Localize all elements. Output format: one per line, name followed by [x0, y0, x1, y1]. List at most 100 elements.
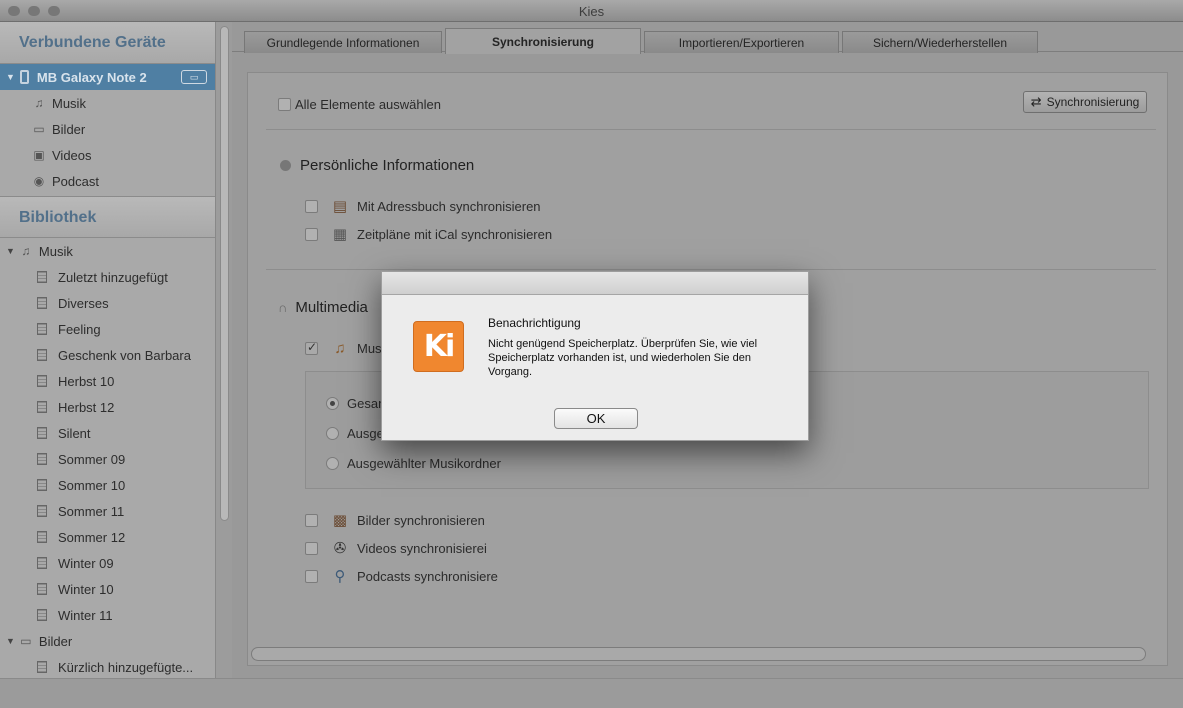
sidebar-item-label: Geschenk von Barbara [58, 347, 191, 363]
addressbook-sync-row[interactable]: ▤ Mit Adressbuch synchronisieren [305, 197, 541, 215]
headphones-icon: ∩ [278, 300, 288, 315]
tab-backup-restore[interactable]: Sichern/Wiederherstellen [842, 31, 1038, 53]
sidebar-item-label: Herbst 12 [58, 399, 115, 415]
videos-sync-label: Videos synchronisierei [357, 540, 487, 556]
sidebar-item-label: Winter 09 [58, 555, 114, 571]
sidebar-item-device-videos[interactable]: ▣ Videos [0, 142, 215, 168]
videos-sync-row[interactable]: ✇ Videos synchronisierei [305, 539, 487, 557]
sidebar-item-playlist[interactable]: Sommer 10 [0, 472, 215, 498]
pictures-sync-label: Bilder synchronisieren [357, 512, 485, 528]
sidebar-item-playlist[interactable]: Herbst 12 [0, 394, 215, 420]
playlist-icon [37, 453, 47, 465]
window-title: Kies [578, 4, 605, 19]
select-all-row[interactable]: Alle Elemente auswählen [278, 97, 441, 112]
sidebar-item-playlist[interactable]: Zuletzt hinzugefügt [0, 264, 215, 290]
radio-all-music[interactable] [326, 397, 339, 410]
sidebar-item-device-podcast[interactable]: ◉ Podcast [0, 168, 215, 194]
sidebar-item-label: Sommer 12 [58, 529, 126, 545]
playlist-icon [37, 349, 47, 361]
ical-sync-row[interactable]: ▦ Zeitpläne mit iCal synchronisieren [305, 225, 552, 243]
playlist-icon [37, 531, 47, 543]
horizontal-scrollbar[interactable] [251, 647, 1146, 661]
sidebar-item-label: Sommer 11 [58, 503, 125, 519]
sidebar-item-playlist[interactable]: Diverses [0, 290, 215, 316]
podcasts-sync-checkbox[interactable] [305, 569, 318, 583]
device-status-badge-icon[interactable]: ▭ [181, 70, 207, 84]
sidebar-item-playlist[interactable]: Winter 10 [0, 576, 215, 602]
disclosure-triangle-icon[interactable]: ▼ [6, 246, 15, 256]
radio-music-folder-row[interactable]: Ausgewählter Musikordner [326, 456, 501, 471]
sidebar-item-playlist[interactable]: Sommer 12 [0, 524, 215, 550]
podcast-icon: ⚲ [334, 568, 346, 585]
sidebar-device-galaxy-note[interactable]: ▼ MB Galaxy Note 2 ▭ [0, 64, 215, 90]
sidebar-item-playlist[interactable]: Herbst 10 [0, 368, 215, 394]
playlist-icon [37, 505, 47, 517]
podcast-icon: ◉ [33, 174, 45, 188]
sidebar-item-recent-pictures[interactable]: Kürzlich hinzugefügte... [0, 654, 215, 680]
sidebar-item-label: Winter 10 [58, 581, 114, 597]
addressbook-sync-checkbox[interactable] [305, 199, 318, 213]
sidebar-scrollbar[interactable] [215, 22, 232, 708]
sync-arrows-icon: ⇄ [1030, 94, 1042, 109]
podcasts-sync-label: Podcasts synchronisiere [357, 568, 498, 584]
sidebar-item-label: Videos [52, 147, 92, 163]
sidebar-item-label: Herbst 10 [58, 373, 115, 389]
pictures-sync-checkbox[interactable] [305, 513, 318, 527]
sidebar-item-library-pictures[interactable]: ▼ ▭ Bilder [0, 628, 215, 654]
dialog-titlebar [382, 272, 808, 295]
sidebar-item-label: Bilder [52, 121, 86, 137]
sidebar-item-playlist[interactable]: Sommer 09 [0, 446, 215, 472]
scrollbar-thumb[interactable] [220, 26, 229, 521]
phone-icon [19, 70, 29, 84]
sidebar-item-playlist[interactable]: Sommer 11 [0, 498, 215, 524]
disclosure-triangle-icon[interactable]: ▼ [6, 636, 15, 646]
sidebar-item-label: Sommer 09 [58, 451, 126, 467]
picture-icon: ▭ [33, 122, 45, 136]
sidebar-item-device-music[interactable]: ♫ Musik [0, 90, 215, 116]
podcasts-sync-row[interactable]: ⚲ Podcasts synchronisiere [305, 567, 498, 585]
music-sync-checkbox[interactable] [305, 340, 318, 355]
radio-all-music-row[interactable]: Gesam [326, 396, 389, 411]
section-title-text: Persönliche Informationen [300, 157, 475, 174]
videos-sync-checkbox[interactable] [305, 541, 318, 555]
radio-music-folder[interactable] [326, 457, 339, 470]
music-note-icon: ♫ [21, 244, 31, 258]
sidebar-item-playlist[interactable]: Geschenk von Barbara [0, 342, 215, 368]
ical-sync-checkbox[interactable] [305, 227, 318, 241]
tab-import-export[interactable]: Importieren/Exportieren [644, 31, 839, 53]
kies-logo-icon: Ki [413, 321, 464, 372]
playlist-icon [37, 427, 47, 439]
music-sync-label: Mus [357, 340, 382, 356]
music-sync-row[interactable]: ♫ Mus [305, 339, 382, 357]
sidebar-item-playlist[interactable]: Feeling [0, 316, 215, 342]
pictures-sync-row[interactable]: ▩ Bilder synchronisieren [305, 511, 485, 529]
playlist-icon [37, 375, 47, 387]
playlist-icon [37, 297, 47, 309]
sidebar-item-label: Kürzlich hinzugefügte... [58, 659, 194, 675]
playlist-icon [37, 271, 47, 283]
radio-selected-row[interactable]: Ausge [326, 426, 384, 441]
sidebar-item-playlist[interactable]: Winter 11 [0, 602, 215, 628]
personal-info-section-title: Persönliche Informationen [280, 157, 474, 174]
sync-button-label: Synchronisierung [1046, 95, 1140, 109]
multimedia-section-title: ∩ Multimedia [278, 299, 368, 316]
status-bar [0, 678, 1183, 708]
tab-basic-info[interactable]: Grundlegende Informationen [244, 31, 442, 53]
sidebar-item-device-pictures[interactable]: ▭ Bilder [0, 116, 215, 142]
ok-button[interactable]: OK [554, 408, 638, 429]
pictures-icon: ▩ [332, 512, 348, 529]
window-titlebar: Kies [0, 0, 1183, 22]
tab-sync[interactable]: Synchronisierung [445, 28, 641, 54]
sidebar-item-label: Zuletzt hinzugefügt [58, 269, 168, 285]
playlist-icon [37, 609, 47, 621]
sidebar-item-label: Sommer 10 [58, 477, 126, 493]
disclosure-triangle-icon[interactable]: ▼ [6, 72, 15, 82]
radio-selected[interactable] [326, 427, 339, 440]
select-all-checkbox[interactable] [278, 98, 291, 111]
sidebar-item-library-music[interactable]: ▼ ♫ Musik [0, 238, 215, 264]
notification-dialog: Ki Benachrichtigung Nicht genügend Speic… [381, 271, 809, 441]
sidebar-item-playlist[interactable]: Silent [0, 420, 215, 446]
music-note-icon: ♫ [334, 339, 346, 357]
sidebar-item-playlist[interactable]: Winter 09 [0, 550, 215, 576]
sync-button[interactable]: ⇄ Synchronisierung [1023, 91, 1147, 113]
